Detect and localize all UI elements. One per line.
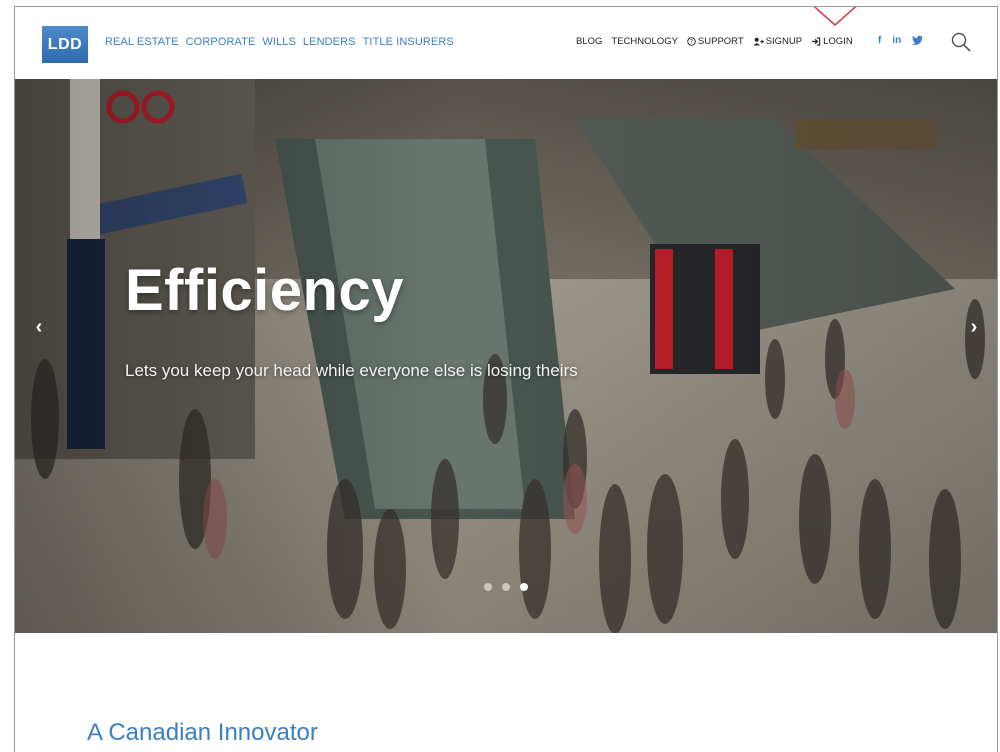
- facebook-icon[interactable]: f: [878, 35, 881, 46]
- chevron-left-icon: ‹: [35, 315, 43, 338]
- nav-title-insurers[interactable]: TITLE INSURERS: [363, 36, 454, 48]
- linkedin-icon[interactable]: in: [892, 35, 901, 46]
- nav-blog[interactable]: BLOG: [576, 36, 602, 47]
- carousel-dot-1[interactable]: [484, 583, 492, 591]
- nav-corporate[interactable]: CORPORATE: [186, 36, 256, 48]
- carousel-dot-2[interactable]: [502, 583, 510, 591]
- carousel-indicators: [484, 583, 528, 591]
- user-plus-icon: [753, 37, 764, 46]
- nav-lenders[interactable]: LENDERS: [303, 36, 356, 48]
- question-circle-icon: ?: [687, 37, 696, 46]
- svg-text:?: ?: [690, 40, 693, 46]
- nav-signup-label: SIGNUP: [765, 36, 803, 47]
- hero-title: Efficiency: [125, 258, 404, 323]
- nav-technology[interactable]: TECHNOLOGY: [611, 36, 678, 47]
- nav-login-label: LOGIN: [823, 36, 853, 47]
- chevron-right-icon: ›: [970, 315, 978, 338]
- search-icon[interactable]: [950, 31, 972, 53]
- carousel-dot-3[interactable]: [520, 583, 528, 591]
- section-heading: A Canadian Innovator: [87, 719, 318, 746]
- carousel-prev-button[interactable]: ‹: [31, 315, 47, 339]
- hero-subtitle: Lets you keep your head while everyone e…: [125, 361, 578, 380]
- nav-signup[interactable]: SIGNUP: [753, 36, 802, 47]
- browser-viewport: LDD REAL ESTATE CORPORATE WILLS LENDERS …: [14, 6, 998, 752]
- ldd-logo[interactable]: LDD: [42, 26, 88, 63]
- nav-technology-label: TECHNOLOGY: [611, 36, 678, 47]
- login-icon: [812, 37, 821, 46]
- twitter-icon[interactable]: [912, 35, 923, 45]
- nav-real-estate[interactable]: REAL ESTATE: [105, 36, 179, 48]
- hero-carousel: Efficiency Lets you keep your head while…: [15, 79, 997, 633]
- primary-nav: REAL ESTATE CORPORATE WILLS LENDERS TITL…: [105, 36, 461, 48]
- carousel-next-button[interactable]: ›: [966, 315, 982, 339]
- hero-background-image: [15, 79, 997, 633]
- social-links: f in: [878, 35, 923, 46]
- secondary-nav: BLOG TECHNOLOGY ? SUPPORT SIGNUP LOGIN: [576, 36, 862, 47]
- nav-support[interactable]: ? SUPPORT: [687, 36, 744, 47]
- highlight-marker: [813, 7, 857, 27]
- nav-login[interactable]: LOGIN: [811, 36, 853, 47]
- nav-wills[interactable]: WILLS: [262, 36, 296, 48]
- nav-blog-label: BLOG: [576, 36, 603, 47]
- nav-support-label: SUPPORT: [697, 36, 744, 47]
